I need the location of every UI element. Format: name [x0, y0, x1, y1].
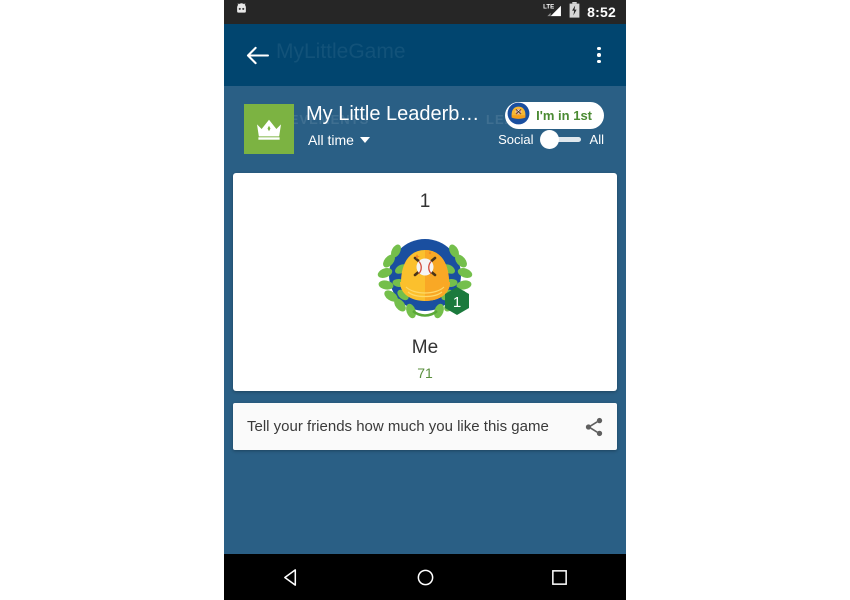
app-bar: MyLittleGame [224, 24, 626, 86]
back-button[interactable] [240, 38, 274, 72]
svg-text:LTE: LTE [543, 4, 554, 11]
rank-chip-avatar-icon [507, 102, 530, 130]
rank-chip-label: I'm in 1st [536, 108, 592, 123]
leaderboard-crown-tile [244, 104, 294, 154]
android-robot-icon [234, 2, 249, 22]
status-bar-system-icons: LTE 8:52 [543, 1, 616, 23]
share-button[interactable] [571, 403, 617, 450]
toggle-track[interactable] [539, 130, 581, 149]
nav-back-button[interactable] [263, 554, 319, 600]
android-nav-bar [224, 554, 626, 600]
nav-recents-button[interactable] [531, 554, 587, 600]
app-title: MyLittleGame [276, 40, 406, 63]
nav-home-button[interactable] [397, 554, 453, 600]
social-all-toggle[interactable]: Social All [498, 130, 604, 149]
signal-bars-icon: LTE [543, 2, 562, 22]
leaderboard-header: ACHIEVEMENTS LEADERBOARD My Little Leade… [224, 86, 626, 165]
player-name: Me [411, 337, 439, 358]
overflow-menu-icon [597, 46, 601, 51]
status-bar-clock: 8:52 [587, 4, 616, 20]
leaderboard-title: My Little Leaderb… [306, 103, 480, 125]
crown-icon [257, 119, 281, 140]
status-bar-notifications [234, 2, 543, 22]
share-prompt-text: Tell your friends how much you like this… [247, 418, 549, 435]
baseball-cap-laurel-avatar-icon: 1 [377, 239, 473, 319]
timespan-dropdown[interactable]: All time [308, 132, 370, 148]
toggle-label-all: All [589, 132, 604, 147]
player-score: 71 [417, 365, 433, 381]
battery-charging-icon [569, 1, 580, 23]
timespan-label: All time [308, 132, 354, 148]
share-prompt-card[interactable]: Tell your friends how much you like this… [233, 403, 617, 450]
nav-recents-icon [551, 569, 567, 585]
share-icon [585, 417, 603, 436]
chevron-down-icon [359, 137, 370, 143]
status-bar: LTE 8:52 [224, 0, 626, 24]
toggle-knob[interactable] [539, 130, 559, 149]
nav-home-icon [417, 569, 433, 585]
overflow-menu-button[interactable] [584, 38, 614, 72]
svg-text:1: 1 [453, 294, 461, 311]
back-arrow-icon [246, 46, 269, 64]
player-rank-number: 1 [419, 191, 431, 212]
my-rank-chip[interactable]: I'm in 1st [505, 102, 604, 129]
phone-screen: LTE 8:52 MyLittleGame ACHIEVEMENTS My Li… [224, 0, 626, 600]
player-rank-card[interactable]: 1 1 Me 71 [233, 173, 617, 391]
toggle-label-social: Social [498, 132, 534, 147]
nav-back-icon [283, 568, 296, 586]
player-avatar: 1 [373, 225, 477, 329]
